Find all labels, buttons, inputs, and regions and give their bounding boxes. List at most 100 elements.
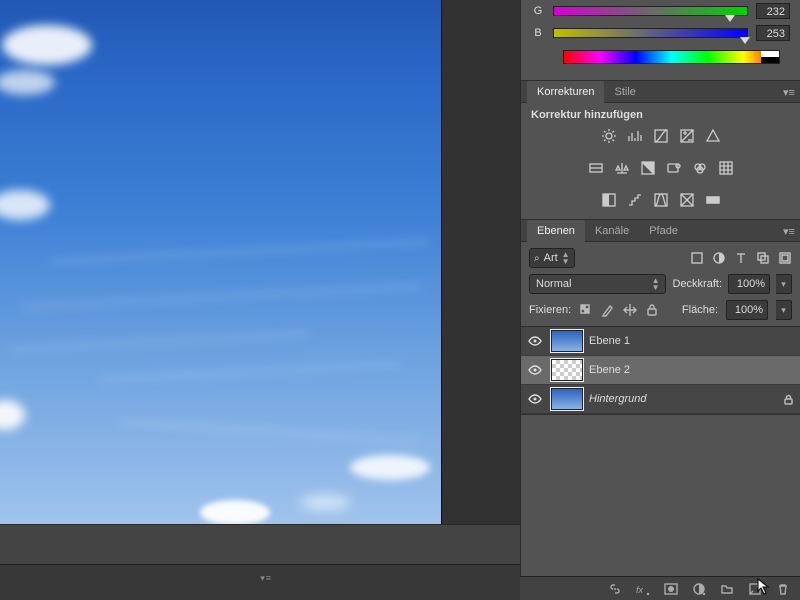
cloud-shape bbox=[2, 25, 92, 65]
visibility-toggle[interactable] bbox=[521, 336, 549, 346]
tab-ebenen[interactable]: Ebenen bbox=[527, 220, 585, 242]
adjustments-tabs: KorrekturenStile ▾≡ bbox=[521, 81, 800, 103]
channel-slider[interactable] bbox=[553, 28, 748, 38]
svg-text:fx: fx bbox=[636, 585, 644, 595]
tab-pfade[interactable]: Pfade bbox=[639, 220, 688, 242]
balance-icon[interactable] bbox=[613, 159, 631, 177]
adjustment-layer-icon[interactable] bbox=[692, 582, 706, 596]
pixel-filter-icon[interactable] bbox=[690, 251, 704, 265]
mask-icon[interactable] bbox=[664, 582, 678, 596]
layer-name[interactable]: Hintergrund bbox=[589, 393, 776, 405]
gradient-map-icon[interactable] bbox=[704, 191, 722, 209]
layers-list: Ebene 1 Ebene 2 Hintergrund bbox=[521, 326, 800, 415]
layer-lock-icon[interactable] bbox=[776, 394, 800, 405]
opacity-dropdown-icon[interactable]: ▾ bbox=[776, 274, 792, 294]
smart-filter-icon[interactable] bbox=[778, 251, 792, 265]
cloud-streak bbox=[100, 362, 400, 381]
color-spectrum[interactable] bbox=[563, 50, 780, 64]
channel-mixer-icon[interactable] bbox=[691, 159, 709, 177]
fill-label: Fläche: bbox=[682, 304, 718, 316]
fx-icon[interactable]: fx bbox=[636, 582, 650, 596]
cloud-shape bbox=[0, 400, 25, 430]
levels-icon[interactable] bbox=[626, 127, 644, 145]
lock-all-icon[interactable] bbox=[645, 303, 659, 317]
fill-dropdown-icon[interactable]: ▾ bbox=[776, 300, 792, 320]
exposure-icon[interactable] bbox=[678, 127, 696, 145]
layer-row[interactable]: Ebene 1 bbox=[521, 327, 800, 356]
layer-filter-dropdown[interactable]: ⌕ Art ▲▼ bbox=[529, 248, 575, 268]
adjustment-filter-icon[interactable] bbox=[712, 251, 726, 265]
opacity-input[interactable]: 100% bbox=[728, 274, 770, 294]
layer-row[interactable]: Hintergrund bbox=[521, 385, 800, 414]
channel-label: B bbox=[531, 27, 545, 39]
cloud-shape bbox=[200, 500, 270, 524]
adjustments-heading: Korrektur hinzufügen bbox=[521, 103, 800, 123]
blend-mode-dropdown[interactable]: Normal ▲▼ bbox=[529, 274, 666, 294]
channel-slider[interactable] bbox=[553, 6, 748, 16]
group-icon[interactable] bbox=[720, 582, 734, 596]
canvas[interactable] bbox=[0, 0, 441, 524]
lock-label: Fixieren: bbox=[529, 304, 571, 316]
blend-opacity-row: Normal ▲▼ Deckkraft: 100% ▾ bbox=[521, 274, 800, 300]
brightness-icon[interactable] bbox=[600, 127, 618, 145]
invert-icon[interactable] bbox=[600, 191, 618, 209]
layer-name[interactable]: Ebene 2 bbox=[589, 364, 776, 376]
link-icon[interactable] bbox=[608, 582, 622, 596]
blend-mode-value: Normal bbox=[536, 278, 571, 290]
cloud-shape bbox=[300, 495, 350, 510]
channel-label: G bbox=[531, 5, 545, 17]
fill-input[interactable]: 100% bbox=[726, 300, 768, 320]
lut-icon[interactable] bbox=[717, 159, 735, 177]
lock-position-icon[interactable] bbox=[623, 303, 637, 317]
posterize-icon[interactable] bbox=[626, 191, 644, 209]
color-panel: G 232 B 253 bbox=[521, 0, 800, 80]
layers-bottom-toolbar: fx bbox=[520, 576, 800, 600]
layer-row[interactable]: Ebene 2 bbox=[521, 356, 800, 385]
stepper-arrows-icon: ▲▼ bbox=[562, 251, 570, 265]
threshold-icon[interactable] bbox=[652, 191, 670, 209]
layer-filter-label: Art bbox=[544, 252, 558, 264]
layer-thumbnail[interactable] bbox=[551, 330, 583, 352]
cloud-shape bbox=[0, 190, 50, 220]
cloud-streak bbox=[20, 285, 420, 309]
tab-korrekturen[interactable]: Korrekturen bbox=[527, 81, 604, 103]
cloud-streak bbox=[10, 332, 310, 351]
layer-filter-icons bbox=[690, 251, 792, 265]
panel-menu-icon[interactable]: ▾≡ bbox=[782, 224, 796, 238]
layer-thumbnail[interactable] bbox=[551, 388, 583, 410]
bw-ramp[interactable] bbox=[761, 51, 779, 63]
lock-fill-row: Fixieren: Fläche: 100% ▾ bbox=[521, 300, 800, 326]
layer-name[interactable]: Ebene 1 bbox=[589, 335, 776, 347]
tab-kanäle[interactable]: Kanäle bbox=[585, 220, 639, 242]
panel-menu-icon[interactable]: ▾≡ bbox=[782, 85, 796, 99]
layers-empty-area[interactable] bbox=[521, 415, 800, 599]
status-grip-icon: ▾≡ bbox=[260, 573, 272, 584]
vibrance-icon[interactable] bbox=[704, 127, 722, 145]
layers-filter-row: ⌕ Art ▲▼ bbox=[521, 242, 800, 274]
trash-icon[interactable] bbox=[776, 582, 790, 596]
layer-thumbnail[interactable] bbox=[551, 359, 583, 381]
bw-icon[interactable] bbox=[639, 159, 657, 177]
cloud-streak bbox=[120, 420, 419, 444]
panels-sidebar: G 232 B 253 KorrekturenStile ▾≡ Korrektur… bbox=[520, 0, 800, 600]
curves-icon[interactable] bbox=[652, 127, 670, 145]
type-filter-icon[interactable] bbox=[734, 251, 748, 265]
tab-stile[interactable]: Stile bbox=[604, 81, 645, 103]
shape-filter-icon[interactable] bbox=[756, 251, 770, 265]
cloud-streak bbox=[50, 240, 430, 263]
lock-transparent-icon[interactable] bbox=[579, 303, 593, 317]
selective-icon[interactable] bbox=[678, 191, 696, 209]
channel-value-input[interactable]: 232 bbox=[756, 3, 790, 19]
new-layer-icon[interactable] bbox=[748, 582, 762, 596]
cloud-shape bbox=[350, 455, 430, 480]
hue-icon[interactable] bbox=[587, 159, 605, 177]
stepper-arrows-icon: ▲▼ bbox=[652, 277, 660, 291]
visibility-toggle[interactable] bbox=[521, 394, 549, 404]
channel-value-input[interactable]: 253 bbox=[756, 25, 790, 41]
lock-pixels-icon[interactable] bbox=[601, 303, 615, 317]
photo-filter-icon[interactable] bbox=[665, 159, 683, 177]
cloud-shape bbox=[0, 70, 55, 95]
opacity-label: Deckkraft: bbox=[672, 278, 722, 290]
visibility-toggle[interactable] bbox=[521, 365, 549, 375]
layers-tabs: EbenenKanälePfade ▾≡ bbox=[521, 220, 800, 242]
